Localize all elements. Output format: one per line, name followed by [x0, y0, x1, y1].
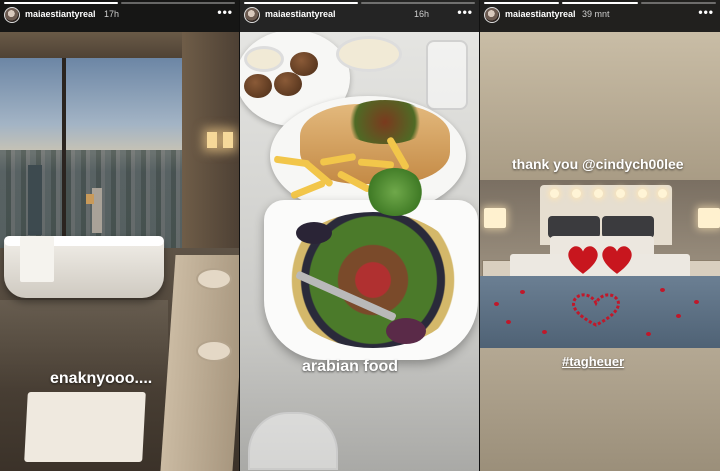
progress-bar — [4, 2, 235, 4]
falafel — [244, 74, 272, 98]
bath-mat — [24, 392, 146, 462]
dip-bowl — [244, 46, 284, 72]
progress-segment — [244, 2, 358, 4]
progress-segment — [361, 2, 475, 4]
bedroom-photo — [480, 180, 720, 348]
headboard-light — [658, 189, 667, 198]
wall-panel — [182, 32, 239, 272]
username[interactable]: maiaestiantyreal — [505, 9, 576, 19]
progress-segment — [640, 2, 716, 4]
more-options-icon[interactable]: ••• — [698, 5, 714, 19]
headboard-light — [550, 189, 559, 198]
sauce-bowl — [336, 36, 402, 72]
rose-petal — [676, 314, 681, 318]
progress-bar — [244, 2, 475, 4]
skyscraper — [28, 165, 42, 235]
progress-bar — [484, 2, 716, 4]
avatar[interactable] — [484, 7, 500, 23]
progress-segment — [4, 2, 118, 4]
timestamp: 39 mnt — [582, 9, 610, 19]
rose-petal — [660, 288, 665, 292]
towel — [20, 236, 54, 282]
pillow — [602, 216, 654, 238]
story-caption[interactable]: thank you @cindych00lee — [512, 156, 684, 172]
story-header: maiaestiantyreal 17h ••• — [0, 0, 239, 32]
petal-heart — [572, 293, 620, 327]
table-lamp — [484, 208, 506, 228]
avatar[interactable] — [244, 7, 260, 23]
username[interactable]: maiaestiantyreal — [265, 9, 336, 19]
olive — [296, 222, 332, 244]
story-food[interactable]: arabian food maiaestiantyreal 16h ••• — [240, 0, 480, 471]
wall-lamp — [207, 132, 217, 148]
progress-segment — [562, 2, 638, 4]
hanging-lamp — [86, 194, 94, 204]
headboard-light — [616, 189, 625, 198]
progress-segment — [484, 2, 560, 4]
vanity-counter — [160, 255, 239, 471]
window-frame — [62, 58, 66, 248]
falafel — [274, 72, 302, 96]
headboard-light — [638, 189, 647, 198]
story-header: maiaestiantyreal 39 mnt ••• — [480, 0, 720, 32]
sink — [196, 340, 232, 362]
story-caption: arabian food — [302, 358, 399, 375]
story-bedroom[interactable]: thank you @cindych00lee #tagheuer maiaes… — [480, 0, 720, 471]
rose-petal — [694, 300, 699, 304]
story-bathroom[interactable]: enaknyooo.... maiaestiantyreal 17h ••• — [0, 0, 240, 471]
water-glass — [426, 40, 468, 110]
headboard-light — [572, 189, 581, 198]
lettuce-leaf — [366, 168, 424, 216]
story-header: maiaestiantyreal 16h ••• — [240, 0, 479, 32]
avatar[interactable] — [4, 7, 20, 23]
more-options-icon[interactable]: ••• — [217, 5, 233, 19]
hashtag-sticker[interactable]: #tagheuer — [562, 354, 624, 369]
timestamp: 17h — [104, 9, 120, 19]
story-caption: enaknyooo.... — [50, 370, 153, 387]
rose-petal — [542, 330, 547, 334]
stories-collage: enaknyooo.... maiaestiantyreal 17h ••• a… — [0, 0, 720, 471]
heart-pillow — [568, 246, 598, 274]
heart-pillow — [602, 246, 632, 274]
wall-lamp — [223, 132, 233, 148]
username[interactable]: maiaestiantyreal — [25, 9, 96, 19]
rose-petal — [646, 332, 651, 336]
rose-petal — [506, 320, 511, 324]
rose-petal — [520, 290, 525, 294]
rose-petal — [494, 302, 499, 306]
meat-filling — [340, 100, 430, 144]
table-lamp — [698, 208, 720, 228]
progress-segment — [121, 2, 235, 4]
timestamp: 16h — [414, 9, 430, 19]
more-options-icon[interactable]: ••• — [457, 5, 473, 19]
pillow — [548, 216, 600, 238]
headboard-light — [594, 189, 603, 198]
red-onion — [386, 318, 426, 344]
sink — [196, 268, 232, 290]
